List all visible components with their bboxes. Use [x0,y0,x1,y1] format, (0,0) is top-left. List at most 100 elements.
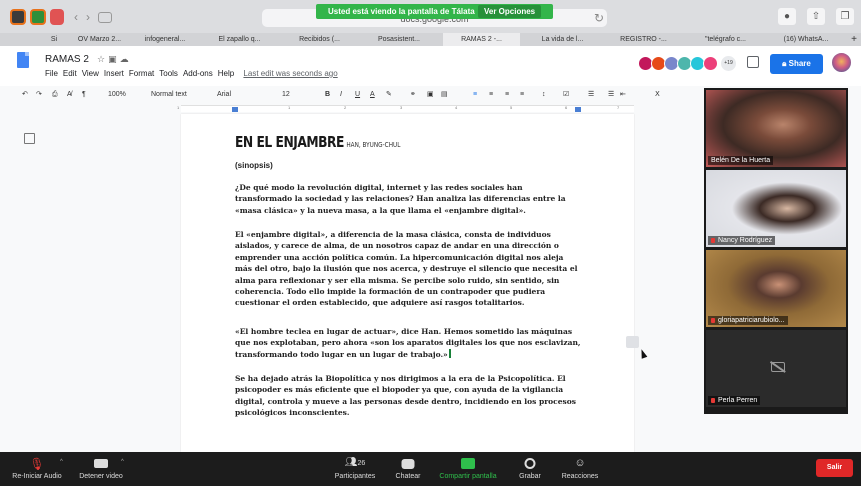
add-comment-icon[interactable] [626,336,639,348]
tab-registro[interactable]: REGISTRO -... [605,33,682,46]
comment-icon[interactable]: ▣ [427,86,434,104]
tab-recibidos[interactable]: Recibidos (... [282,33,357,46]
docs-logo-icon[interactable] [17,52,29,68]
align-center-icon[interactable]: ≡ [489,86,493,104]
reactions-button[interactable]: ☺︎ Reacciones [556,452,604,486]
left-indent-marker[interactable] [232,107,238,112]
info-icon[interactable]: ● [778,8,796,25]
browser-app-icon[interactable] [50,9,64,25]
heading-text: EN EL ENJAMBRE [235,133,344,151]
zoom-app-icon[interactable] [10,9,26,25]
browser-toolbar: ‹ › docs.google.com ↻ Usted está viendo … [0,0,861,33]
tab-si[interactable]: Si [43,33,65,46]
comment-history-icon[interactable] [747,56,759,68]
share-screen-label: Compartir pantalla [439,473,497,480]
share-button[interactable]: 🔒︎ Share [770,54,823,74]
collaborator-avatar[interactable] [703,56,718,71]
collaborator-count[interactable]: +19 [721,56,736,71]
paint-format-icon[interactable]: ¶ [82,86,86,104]
redo-icon[interactable]: ↷ [36,86,42,104]
italic-icon[interactable]: I [340,86,342,104]
font-size-select[interactable]: 12 [282,86,290,104]
bold-icon[interactable]: B [325,86,330,104]
justify-icon[interactable]: ≡ [520,86,524,104]
video-options-icon[interactable]: ^ [121,459,124,465]
chat-button[interactable]: Chatear [390,452,426,486]
spellcheck-icon[interactable]: A̸ [67,86,72,104]
leave-meeting-button[interactable]: Salir [816,459,853,477]
audio-button[interactable]: 🎙︎ Re-Iniciar Audio [6,452,68,486]
line-spacing-icon[interactable]: ↕ [542,86,546,104]
decrease-indent-icon[interactable]: ⇤ [620,86,626,104]
document-heading: EN EL ENJAMBRE HAN, BYUNG-CHUL [235,133,400,151]
menu-tools[interactable]: Tools [159,69,178,78]
menu-help[interactable]: Help [218,69,234,78]
menu-insert[interactable]: Insert [104,69,124,78]
view-options-button[interactable]: Ver Opciones [478,5,542,18]
video-button[interactable]: Detener video [76,452,126,486]
participant-tile[interactable]: gloriapatriciarubiolo... [706,250,846,327]
new-tab-icon[interactable]: + [848,33,860,46]
cloud-icon[interactable]: ☁ [120,54,132,64]
shield-app-icon[interactable] [30,9,46,25]
record-button[interactable]: Grabar [513,452,547,486]
menu-view[interactable]: View [82,69,99,78]
underline-icon[interactable]: U [355,86,360,104]
menu-format[interactable]: Format [129,69,154,78]
reload-icon[interactable]: ↻ [591,10,607,26]
sidebar-icon[interactable] [98,12,112,23]
tab-posasistent[interactable]: Posasistent... [362,33,436,46]
clear-format-icon[interactable]: Ⅹ [655,86,660,104]
tab-whatsapp[interactable]: (16) WhatsA... [768,33,844,46]
star-icon[interactable]: ☆ [97,54,108,64]
text-color-icon[interactable]: A [370,86,375,104]
move-icon[interactable]: ▣ [108,54,120,64]
share-screen-button[interactable]: Compartir pantalla [433,452,503,486]
link-icon[interactable]: ⚭ [410,86,416,104]
style-select[interactable]: Normal text [151,86,187,104]
align-left-icon[interactable]: ≡ [473,86,477,104]
screen-share-banner: Usted está viendo la pantalla de Tálata … [316,4,553,19]
tab-zapallo[interactable]: El zapallo q... [203,33,276,46]
participant-tile[interactable]: Nancy Rodríguez [706,170,846,247]
numbered-list-icon[interactable]: ☰ [608,86,614,104]
undo-icon[interactable]: ↶ [22,86,28,104]
align-right-icon[interactable]: ≡ [505,86,509,104]
user-avatar[interactable] [830,51,853,74]
share-page-icon[interactable]: ⇧ [807,8,825,25]
audio-options-icon[interactable]: ^ [60,459,63,465]
menu-edit[interactable]: Edit [63,69,77,78]
checklist-icon[interactable]: ☑ [563,86,569,104]
text-line: que nos explotaban, pero ahora «son los … [235,338,581,348]
tab-la-vida[interactable]: La vida de l... [525,33,600,46]
text-line: más del otro, bajo la ilusión que nos ac… [235,264,578,274]
tab-ov-marzo[interactable]: OV Marzo 2... [67,33,132,46]
participant-name-text: Nancy Rodríguez [718,237,773,244]
image-icon[interactable]: ▤ [441,86,448,104]
participant-tile[interactable]: Perla Perren [706,330,846,407]
document-outline-icon[interactable] [24,133,35,144]
docs-header: RAMAS 2 ☆▣☁ File Edit View Insert Format Tool… [0,46,861,86]
menu-addons[interactable]: Add-ons [183,69,213,78]
participant-tile[interactable]: Belén De la Huerta [706,90,846,167]
zoom-select[interactable]: 100% [108,86,126,104]
tab-ramas-2[interactable]: RAMAS 2 -... [443,33,520,46]
menu-file[interactable]: File [45,69,58,78]
tabs-overview-icon[interactable]: ❐ [836,8,854,25]
last-edit-link[interactable]: Last edit was seconds ago [243,69,337,78]
forward-icon[interactable]: › [80,9,96,25]
tab-infogeneral[interactable]: infogeneral... [134,33,196,46]
document-title[interactable]: RAMAS 2 [45,54,89,65]
share-label: Share [788,59,811,68]
tab-telegrafo[interactable]: "telégrafo c... [687,33,764,46]
font-select[interactable]: Arial [217,86,231,104]
participant-name: Nancy Rodríguez [708,236,776,245]
highlight-icon[interactable]: ✎ [386,86,392,104]
bulleted-list-icon[interactable]: ☰ [588,86,594,104]
participants-button[interactable]: 👥︎26 Participantes [330,452,380,486]
sinopsis-label: (sinopsis) [235,160,590,171]
participants-icon: 👥︎26 [344,457,366,468]
print-icon[interactable]: ⎙ [52,86,58,104]
right-indent-marker[interactable] [575,107,581,112]
document-page[interactable]: EN EL ENJAMBRE HAN, BYUNG-CHUL (sinopsis)… [181,114,634,452]
